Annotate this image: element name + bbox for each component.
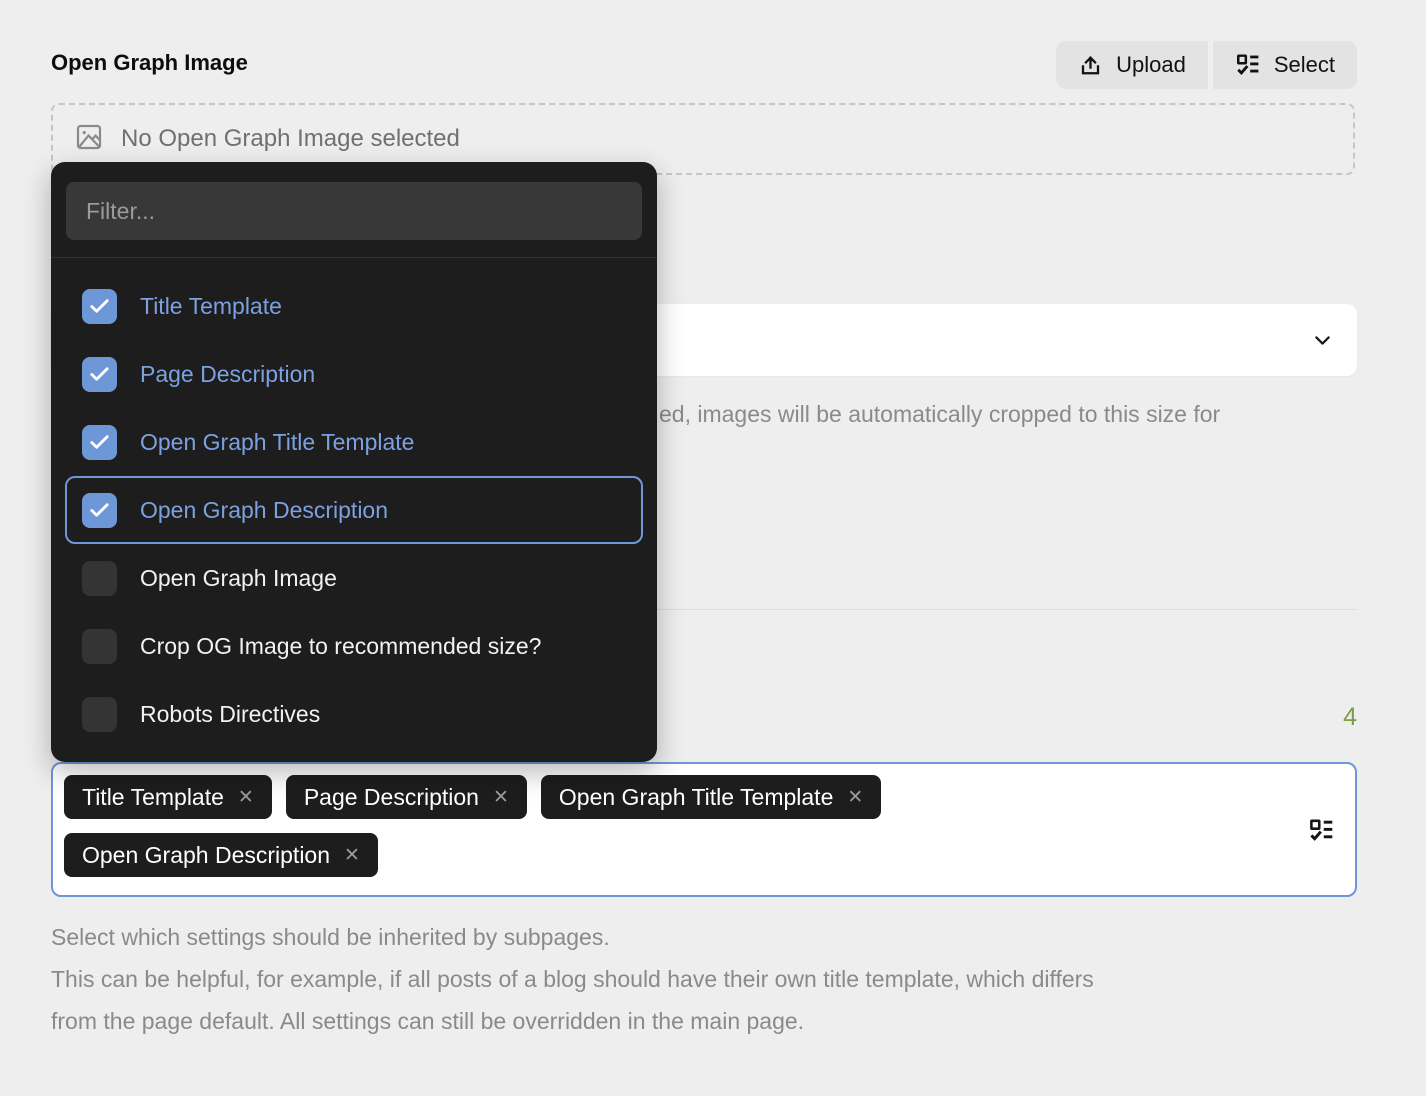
filter-area (51, 162, 657, 258)
image-icon (75, 123, 103, 156)
tag-chip[interactable]: Title Template ✕ (64, 775, 272, 819)
help-line: Select which settings should be inherite… (51, 916, 1371, 958)
tag-label: Page Description (304, 784, 479, 811)
checkbox[interactable] (82, 697, 117, 732)
option-label: Open Graph Title Template (140, 429, 414, 456)
option-label: Open Graph Image (140, 565, 337, 592)
option-row[interactable]: Page Description (65, 340, 643, 408)
dropzone-text: No Open Graph Image selected (121, 125, 460, 153)
tag-label: Open Graph Title Template (559, 784, 833, 811)
checkbox[interactable] (82, 289, 117, 324)
checkbox[interactable] (82, 425, 117, 460)
tag-chip[interactable]: Page Description ✕ (286, 775, 527, 819)
select-button[interactable]: Select (1213, 41, 1357, 89)
tag-label: Title Template (82, 784, 224, 811)
option-row[interactable]: Open Graph Description (65, 476, 643, 544)
options-list: Title Template Page Description Open Gra… (51, 258, 657, 760)
check-icon (88, 499, 111, 522)
check-icon (88, 431, 111, 454)
remove-icon[interactable]: ✕ (493, 788, 509, 807)
upload-button[interactable]: Upload (1056, 41, 1208, 89)
tags-container: Title Template ✕ Page Description ✕ Open… (64, 775, 1164, 877)
remove-icon[interactable]: ✕ (847, 788, 863, 807)
settings-filter-dropdown: Title Template Page Description Open Gra… (51, 162, 657, 762)
check-icon (88, 363, 111, 386)
option-row[interactable]: Crop OG Image to recommended size? (65, 612, 643, 680)
filter-input[interactable] (66, 182, 642, 240)
option-label: Robots Directives (140, 701, 320, 728)
option-label: Open Graph Description (140, 497, 388, 524)
page-title: Open Graph Image (51, 50, 248, 76)
help-line: from the page default. All settings can … (51, 1000, 1371, 1042)
option-row[interactable]: Robots Directives (65, 680, 643, 748)
remove-icon[interactable]: ✕ (344, 846, 360, 865)
check-icon (88, 295, 111, 318)
checkbox[interactable] (82, 357, 117, 392)
option-label: Page Description (140, 361, 315, 388)
option-label: Crop OG Image to recommended size? (140, 633, 541, 660)
chevron-down-icon (1312, 330, 1333, 356)
field-help-text: Select which settings should be inherite… (51, 916, 1371, 1042)
help-line: This can be helpful, for example, if all… (51, 958, 1371, 1000)
upload-button-label: Upload (1116, 52, 1186, 78)
checkbox[interactable] (82, 629, 117, 664)
checkbox[interactable] (82, 493, 117, 528)
option-row[interactable]: Title Template (65, 272, 643, 340)
select-button-label: Select (1274, 52, 1335, 78)
option-label: Title Template (140, 293, 282, 320)
checklist-icon[interactable] (1308, 817, 1335, 849)
tag-chip[interactable]: Open Graph Title Template ✕ (541, 775, 881, 819)
checklist-icon (1235, 52, 1261, 78)
upload-icon (1078, 53, 1103, 78)
inherited-settings-field[interactable]: Title Template ✕ Page Description ✕ Open… (51, 762, 1357, 897)
option-row[interactable]: Open Graph Image (65, 544, 643, 612)
checkbox[interactable] (82, 561, 117, 596)
crop-helper-text: ed, images will be automatically cropped… (659, 401, 1220, 428)
og-image-actions: Upload Select (1056, 41, 1357, 89)
tag-chip[interactable]: Open Graph Description ✕ (64, 833, 378, 877)
remove-icon[interactable]: ✕ (238, 788, 254, 807)
option-row[interactable]: Open Graph Title Template (65, 408, 643, 476)
tag-label: Open Graph Description (82, 842, 330, 869)
selected-count-badge: 4 (1343, 703, 1357, 732)
